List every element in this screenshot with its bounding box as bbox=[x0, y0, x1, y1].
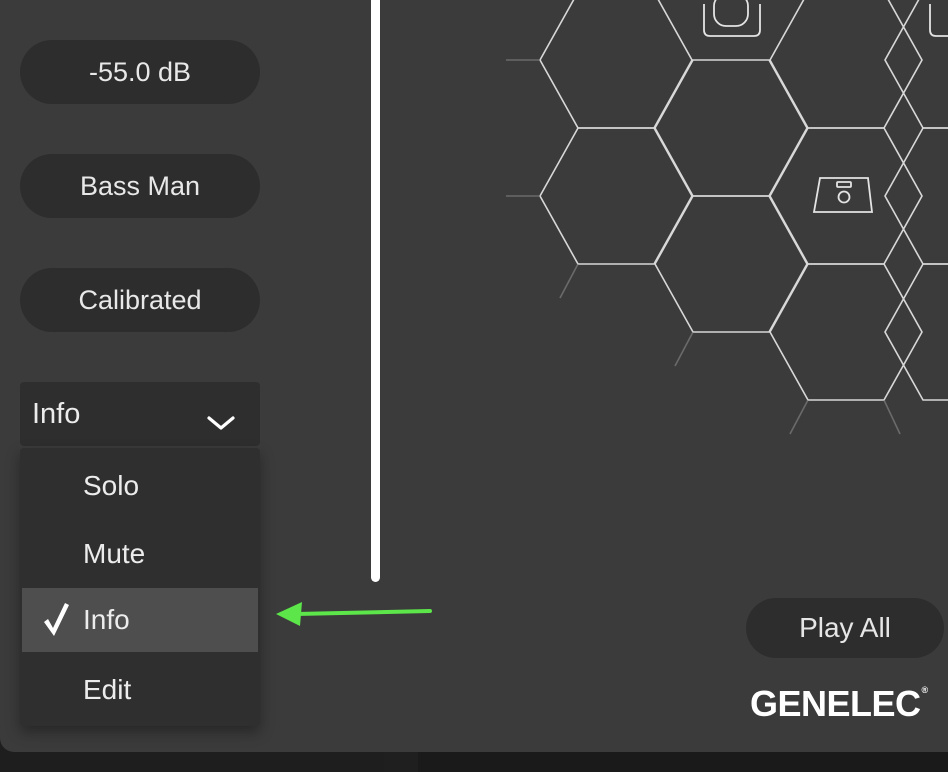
mode-dropdown-value: Info bbox=[32, 397, 81, 430]
genelec-logo: GENELEC® bbox=[750, 683, 928, 725]
menu-item-edit[interactable]: Edit bbox=[22, 658, 258, 722]
checkmark-icon bbox=[42, 602, 70, 645]
menu-item-label: Edit bbox=[83, 674, 132, 705]
chevron-down-icon[interactable] bbox=[206, 406, 236, 439]
menu-item-label: Info bbox=[83, 604, 130, 635]
play-all-button[interactable]: Play All bbox=[746, 598, 944, 658]
panel-divider-handle[interactable] bbox=[371, 0, 380, 582]
menu-item-label: Solo bbox=[83, 470, 140, 501]
bass-label: Bass Man bbox=[79, 170, 201, 201]
speaker-icon bbox=[703, 0, 761, 37]
speaker-hex-grid[interactable] bbox=[500, 0, 948, 440]
logo-text: GENELEC bbox=[750, 683, 921, 724]
bass-management-button[interactable]: Bass Man bbox=[20, 154, 260, 218]
calibration-button[interactable]: Calibrated bbox=[20, 268, 260, 332]
annotation-arrow-icon bbox=[276, 602, 432, 626]
speaker-icon bbox=[929, 4, 948, 37]
menu-item-label: Mute bbox=[83, 538, 146, 569]
mode-dropdown[interactable]: Info bbox=[20, 382, 260, 446]
mode-dropdown-menu: Solo Mute Info Edit bbox=[20, 448, 260, 726]
play-all-label: Play All bbox=[799, 612, 891, 643]
menu-item-solo[interactable]: Solo bbox=[22, 454, 258, 518]
speaker-icon bbox=[812, 177, 874, 213]
menu-item-mute[interactable]: Mute bbox=[22, 522, 258, 586]
volume-label: -55.0 dB bbox=[88, 56, 192, 87]
menu-item-info[interactable]: Info bbox=[22, 588, 258, 652]
volume-button[interactable]: -55.0 dB bbox=[20, 40, 260, 104]
registered-mark: ® bbox=[921, 685, 929, 695]
calibration-label: Calibrated bbox=[78, 284, 202, 315]
background-strip-inner bbox=[418, 752, 948, 772]
